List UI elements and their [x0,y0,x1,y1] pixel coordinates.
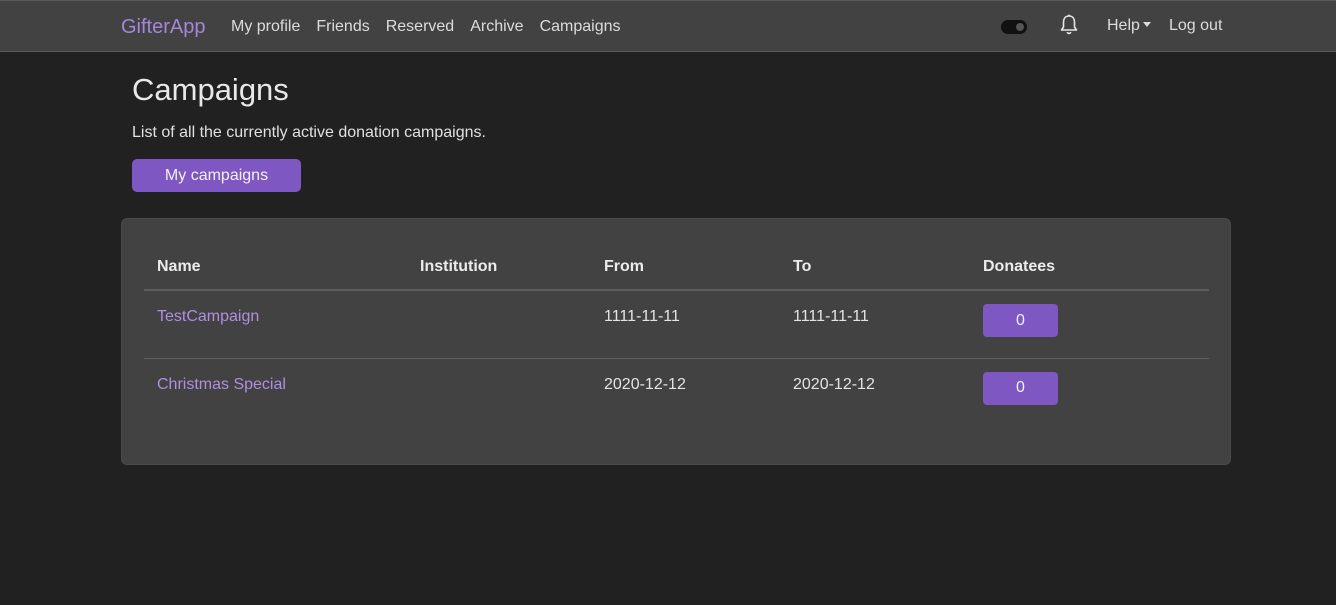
caret-down-icon [1142,22,1151,27]
nav-friends[interactable]: Friends [316,18,369,36]
table-row: Christmas Special 2020-12-12 2020-12-12 … [144,358,1209,426]
header-name: Name [144,245,407,291]
campaigns-card: Name Institution From To Donatees TestCa… [121,218,1231,465]
table-header-row: Name Institution From To Donatees [144,245,1209,291]
cell-name: TestCampaign [144,290,407,359]
cell-name: Christmas Special [144,358,407,426]
cell-donatees: 0 [970,358,1209,426]
campaign-link[interactable]: TestCampaign [157,308,259,325]
cell-from: 2020-12-12 [604,375,686,393]
bell-icon[interactable] [1059,14,1079,36]
theme-toggle-icon[interactable] [1001,20,1027,34]
cell-from: 1111-11-11 [591,290,780,359]
my-campaigns-button[interactable]: My campaigns [132,159,301,192]
page-subtitle: List of all the currently active donatio… [132,124,486,141]
cell-to: 1111-11-11 [780,290,970,359]
nav-archive[interactable]: Archive [470,18,523,36]
page-title: Campaigns [132,72,289,107]
donatees-count-button[interactable]: 0 [983,371,1058,405]
header-to: To [780,245,970,291]
nav-reserved[interactable]: Reserved [386,18,454,36]
logout-link[interactable]: Log out [1169,17,1222,35]
cell-to: 2020-12-12 [793,375,875,393]
toggle-knob [1016,23,1024,31]
help-dropdown[interactable]: Help [1107,17,1151,35]
cell-institution [407,358,591,426]
header-from: From [591,245,780,291]
cell-institution [407,290,591,359]
campaign-link[interactable]: Christmas Special [157,376,286,393]
top-navbar: GifterApp My profile Friends Reserved Ar… [0,0,1336,52]
brand-link[interactable]: GifterApp [121,16,205,39]
nav-links: My profile Friends Reserved Archive Camp… [231,18,637,36]
table-row: TestCampaign 1111-11-11 1111-11-11 0 [144,290,1209,359]
campaigns-table: Name Institution From To Donatees TestCa… [144,245,1209,426]
donatees-count-button[interactable]: 0 [983,304,1058,337]
cell-donatees: 0 [970,290,1209,359]
header-donatees: Donatees [970,245,1209,291]
nav-my-profile[interactable]: My profile [231,18,300,36]
header-institution: Institution [407,245,591,291]
help-label: Help [1107,17,1140,34]
nav-campaigns[interactable]: Campaigns [540,18,621,36]
